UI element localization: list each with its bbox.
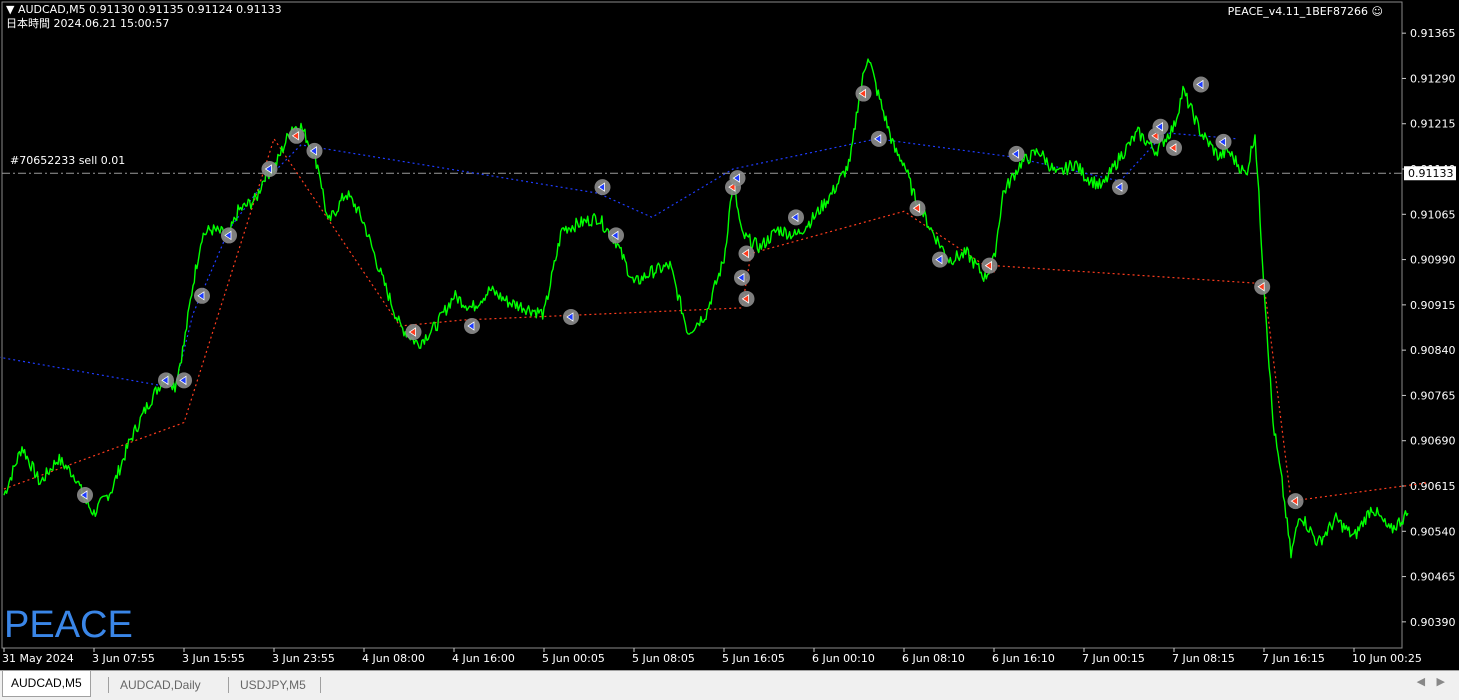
y-tick-label: 0.90390 bbox=[1410, 616, 1456, 629]
tab-divider bbox=[108, 677, 109, 693]
y-tick-label: 0.90915 bbox=[1410, 299, 1456, 312]
y-tick-label: 0.90465 bbox=[1410, 571, 1456, 584]
y-tick-label: 0.91365 bbox=[1410, 27, 1456, 40]
x-tick-label: 31 May 2024 bbox=[2, 652, 74, 665]
tab-divider bbox=[228, 677, 229, 693]
symbol-info: ▼ AUDCAD,M5 0.91130 0.91135 0.91124 0.91… bbox=[6, 3, 282, 16]
x-tick-label: 4 Jun 16:00 bbox=[452, 652, 515, 665]
y-tick-label: 0.91215 bbox=[1410, 118, 1456, 131]
x-tick-label: 7 Jun 16:15 bbox=[1262, 652, 1325, 665]
price-line bbox=[3, 58, 1409, 559]
y-tick-label: 0.90690 bbox=[1410, 435, 1456, 448]
x-tick-label: 3 Jun 23:55 bbox=[272, 652, 335, 665]
y-tick-label: 0.91290 bbox=[1410, 72, 1456, 85]
price-chart[interactable]: 0.913650.912900.912150.911400.910650.909… bbox=[0, 0, 1459, 670]
tab-scroll-arrows-icon[interactable]: ◀ ▶ bbox=[1417, 675, 1449, 688]
x-tick-label: 4 Jun 08:00 bbox=[362, 652, 425, 665]
y-tick-label: 0.90540 bbox=[1410, 525, 1456, 538]
watermark-logo: PEACE bbox=[4, 604, 133, 646]
expert-advisor-label[interactable]: PEACE_v4.11_1BEF87266 ☺ bbox=[1228, 5, 1383, 18]
tab-audcad-m5[interactable]: AUDCAD,M5 bbox=[2, 671, 91, 697]
x-tick-label: 6 Jun 08:10 bbox=[902, 652, 965, 665]
order-line-label[interactable]: #70652233 sell 0.01 bbox=[10, 154, 125, 167]
x-tick-label: 5 Jun 00:05 bbox=[542, 652, 605, 665]
sell-signal-path bbox=[3, 137, 1427, 502]
x-tick-label: 7 Jun 00:15 bbox=[1082, 652, 1145, 665]
y-tick-label: 0.91065 bbox=[1410, 208, 1456, 221]
buy-signal-path bbox=[0, 132, 1238, 387]
tab-audcad-daily[interactable]: AUDCAD,Daily bbox=[112, 674, 209, 696]
x-tick-label: 10 Jun 00:25 bbox=[1352, 652, 1422, 665]
x-tick-label: 3 Jun 15:55 bbox=[182, 652, 245, 665]
datetime-info: 日本時間 2024.06.21 15:00:57 bbox=[6, 17, 170, 30]
y-tick-label: 0.90840 bbox=[1410, 344, 1456, 357]
y-tick-label: 0.90990 bbox=[1410, 254, 1456, 267]
y-tick-label: 0.90615 bbox=[1410, 480, 1456, 493]
plot-frame bbox=[1, 1, 1403, 649]
x-tick-label: 6 Jun 16:10 bbox=[992, 652, 1055, 665]
chart-area[interactable]: 0.913650.912900.912150.911400.910650.909… bbox=[0, 0, 1459, 670]
x-tick-label: 5 Jun 16:05 bbox=[722, 652, 785, 665]
tab-usdjpy-m5[interactable]: USDJPY,M5 bbox=[232, 674, 314, 696]
chart-tab-bar: AUDCAD,M5 AUDCAD,Daily USDJPY,M5 ◀ ▶ bbox=[0, 670, 1459, 700]
x-tick-label: 5 Jun 08:05 bbox=[632, 652, 695, 665]
x-tick-label: 6 Jun 00:10 bbox=[812, 652, 875, 665]
tab-divider bbox=[320, 677, 321, 693]
x-tick-label: 3 Jun 07:55 bbox=[92, 652, 155, 665]
y-tick-label: 0.90765 bbox=[1410, 389, 1456, 402]
x-tick-label: 7 Jun 08:15 bbox=[1172, 652, 1235, 665]
current-price-label: 0.91133 bbox=[1408, 167, 1454, 180]
